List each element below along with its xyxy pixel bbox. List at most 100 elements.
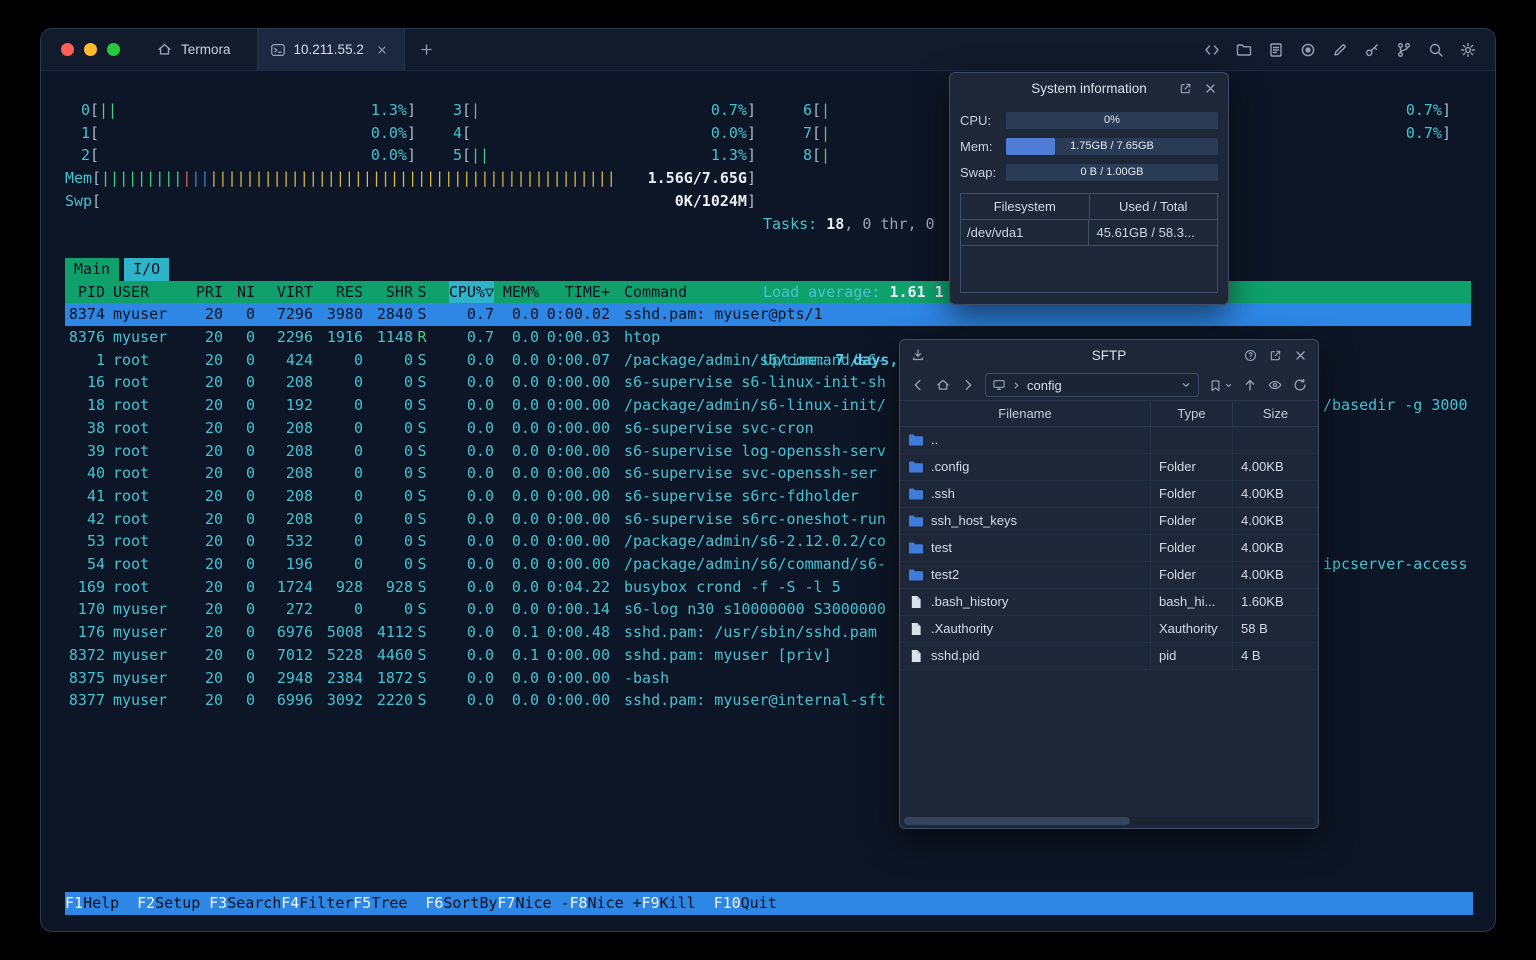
back-icon[interactable] <box>910 377 926 393</box>
filesystem-table: Filesystem Used / Total /dev/vda1 45.61GB… <box>960 193 1218 293</box>
horizontal-scrollbar[interactable] <box>904 817 1314 825</box>
help-icon[interactable] <box>1243 348 1258 363</box>
process-pid: 39 <box>86 441 105 460</box>
sftp-file-row[interactable]: .bash_history bash_hi... 1.60KB <box>900 589 1318 616</box>
col-type[interactable]: Type <box>1150 401 1232 426</box>
sftp-file-row[interactable]: .config Folder 4.00KB <box>900 454 1318 481</box>
toolbar-icons <box>1203 29 1495 70</box>
edit-icon[interactable] <box>1331 41 1349 59</box>
open-in-window-icon[interactable] <box>1268 348 1283 363</box>
col-state[interactable]: S <box>413 281 431 304</box>
process-user: root <box>113 486 150 505</box>
new-tab-button[interactable] <box>405 29 448 70</box>
col-cpu-sort[interactable]: CPU%▽ <box>431 280 494 304</box>
function-key-button[interactable]: F7 Nice - <box>497 892 569 915</box>
sftp-panel-header[interactable]: SFTP <box>900 340 1318 370</box>
col-mem[interactable]: MEM% <box>494 281 539 304</box>
file-name-cell: .config <box>900 454 1150 480</box>
close-window-button[interactable] <box>61 43 74 56</box>
cpu-meter-label: 4 <box>452 123 462 142</box>
function-key-button[interactable]: F6 SortBy <box>425 892 497 915</box>
process-row[interactable]: 8374 myuser 20 0 7296 3980 2840 S 0.7 0.0 0:00.02 s… <box>65 303 1471 326</box>
home-icon <box>156 41 173 58</box>
function-key-button[interactable]: F9 Kill <box>642 892 714 915</box>
function-key-button[interactable]: F2 Setup <box>137 892 209 915</box>
cpu-meter-bar: | <box>821 123 831 142</box>
system-info-panel-header[interactable]: System information <box>950 73 1228 103</box>
function-key-button[interactable]: F3 Search <box>209 892 281 915</box>
open-in-window-icon[interactable] <box>1178 81 1193 96</box>
cpu-meter-bar: || <box>99 101 118 119</box>
settings-icon[interactable] <box>1459 41 1477 59</box>
process-pid: 8374 <box>68 305 105 324</box>
process-command-overflow: ipcserver-access <box>1323 555 1468 574</box>
tab-home[interactable]: Termora <box>136 29 257 70</box>
col-pri[interactable]: PRI <box>191 281 223 304</box>
path-bar[interactable]: config <box>985 373 1199 397</box>
branch-icon[interactable] <box>1395 41 1413 59</box>
col-res[interactable]: RES <box>313 281 363 304</box>
file-size: 4.00KB <box>1232 454 1318 480</box>
folder-icon[interactable] <box>1235 41 1253 59</box>
tab-session[interactable]: 10.211.55.2 <box>256 29 405 70</box>
parent-directory-icon[interactable] <box>1242 377 1258 393</box>
sftp-file-row[interactable]: test2 Folder 4.00KB <box>900 562 1318 589</box>
col-virt[interactable]: VIRT <box>255 281 313 304</box>
folder-icon <box>908 487 924 501</box>
file-size <box>1232 427 1318 453</box>
search-icon[interactable] <box>1427 41 1445 59</box>
htop-tab-io[interactable]: I/O <box>124 257 170 281</box>
sftp-file-row[interactable]: .ssh Folder 4.00KB <box>900 481 1318 508</box>
chevron-down-icon[interactable] <box>1180 379 1192 391</box>
home-icon[interactable] <box>935 377 951 393</box>
function-key-button[interactable]: F10 Quit <box>714 892 795 915</box>
close-tab-icon[interactable] <box>376 44 388 56</box>
code-icon[interactable] <box>1203 41 1221 59</box>
download-icon[interactable] <box>910 347 926 363</box>
cpu-usage-bar: 0% <box>1006 112 1218 129</box>
col-pid[interactable]: PID <box>65 281 105 304</box>
bookmarks-button[interactable] <box>1208 378 1233 393</box>
file-name-cell: test2 <box>900 562 1150 588</box>
col-filename[interactable]: Filename <box>900 406 1150 421</box>
file-name: .ssh <box>931 486 955 501</box>
refresh-icon[interactable] <box>1292 377 1308 393</box>
function-key-button[interactable]: F5 Tree <box>353 892 425 915</box>
sftp-file-row[interactable]: test Folder 4.00KB <box>900 535 1318 562</box>
function-key-button[interactable]: F4 Filter <box>281 892 353 915</box>
show-hidden-icon[interactable] <box>1267 377 1283 393</box>
log-icon[interactable] <box>1267 41 1285 59</box>
cpu-meter-value: 0.7% <box>1405 123 1442 142</box>
col-size[interactable]: Size <box>1232 401 1318 426</box>
sftp-file-row[interactable]: sshd.pid pid 4 B <box>900 643 1318 670</box>
sftp-file-row[interactable]: ssh_host_keys Folder 4.00KB <box>900 508 1318 535</box>
col-time[interactable]: TIME+ <box>539 281 610 304</box>
htop-tab-main[interactable]: Main <box>65 257 120 281</box>
col-user[interactable]: USER <box>105 281 191 304</box>
file-type: bash_hi... <box>1150 589 1232 615</box>
key-icon[interactable] <box>1363 41 1381 59</box>
col-shr[interactable]: SHR <box>363 281 413 304</box>
scrollbar-thumb[interactable] <box>904 817 1130 825</box>
cpu-meter-row: 2[0.0%] 5[|| 1.3%] 8[| <box>65 144 1471 167</box>
col-ni[interactable]: NI <box>223 281 255 304</box>
zoom-window-button[interactable] <box>107 43 120 56</box>
close-icon[interactable] <box>1203 81 1218 96</box>
process-pid: 41 <box>86 486 105 505</box>
forward-icon[interactable] <box>960 377 976 393</box>
file-name: sshd.pid <box>931 648 980 663</box>
cpu-meter-row: 0[|| 1.3%] 3[| 0.7%] 6[| 0.7%] <box>65 99 1471 122</box>
cpu-meter-bar: | <box>821 146 831 165</box>
computer-icon <box>992 378 1006 392</box>
file-type: Folder <box>1150 454 1232 480</box>
function-key-button[interactable]: F1 Help <box>65 892 137 915</box>
function-key-button[interactable]: F8 Nice + <box>569 892 641 915</box>
minimize-window-button[interactable] <box>84 43 97 56</box>
filesystem-row[interactable]: /dev/vda1 45.61GB / 58.3... <box>961 220 1217 246</box>
close-icon[interactable] <box>1293 348 1308 363</box>
record-icon[interactable] <box>1299 41 1317 59</box>
sftp-file-row[interactable]: .Xauthority Xauthority 58 B <box>900 616 1318 643</box>
sftp-file-row[interactable]: .. <box>900 427 1318 454</box>
swap-meter-value: 0K/1024M <box>674 191 747 210</box>
cpu-meter-value: 0.0% <box>370 123 407 142</box>
